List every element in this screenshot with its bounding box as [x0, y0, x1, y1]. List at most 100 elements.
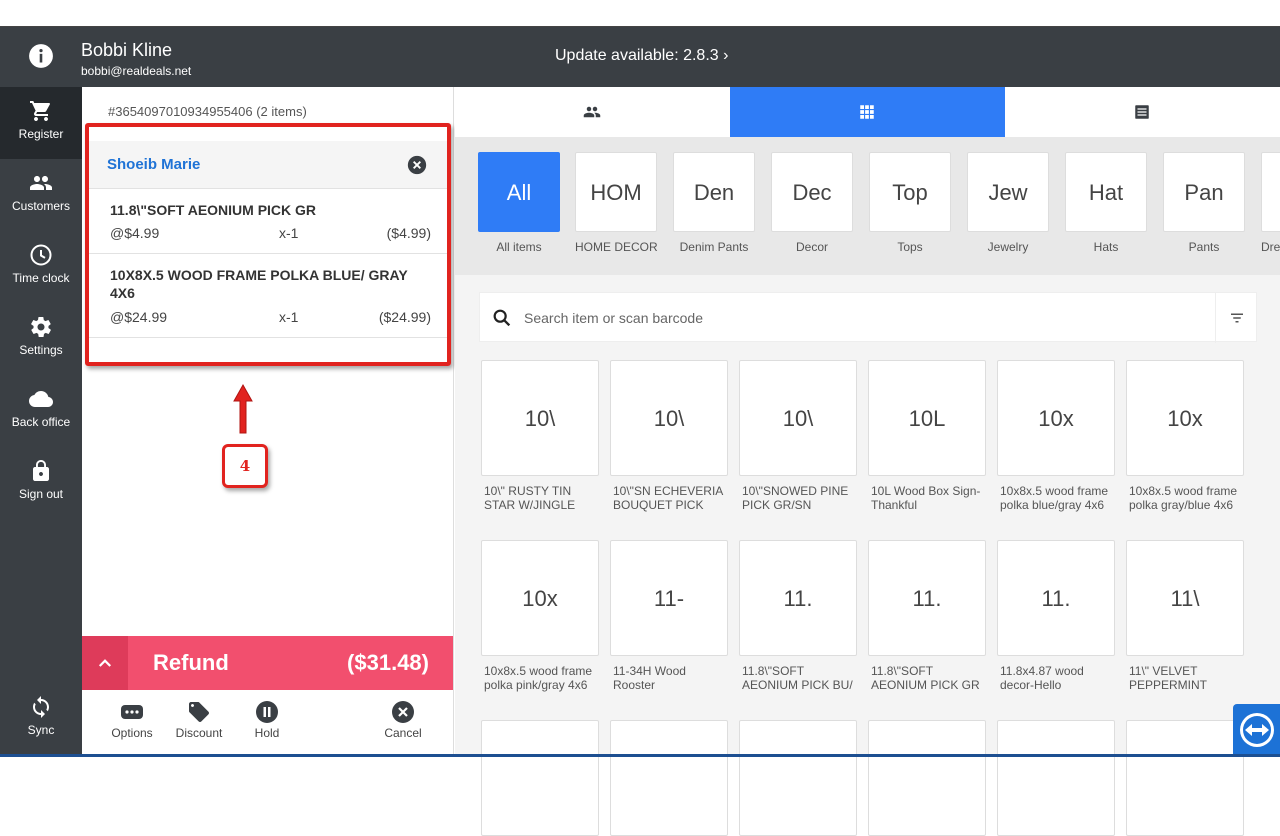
product-card[interactable]: 10x 10x8x.5 wood frame polka gray/blue 4… [1126, 360, 1244, 512]
product-card[interactable]: 11- 11-34H Wood Rooster [610, 540, 728, 692]
cancel-button[interactable]: Cancel [373, 700, 433, 740]
sidebar-item-register[interactable]: Register [0, 87, 82, 159]
expand-totals-button[interactable] [82, 636, 128, 690]
product-tile[interactable]: 10\ [739, 360, 857, 476]
people-icon [30, 176, 52, 190]
category-caption: Dre [1261, 240, 1280, 254]
category-tile[interactable]: Dec [771, 152, 853, 232]
product-card[interactable]: 10L 10L Wood Box Sign-Thankful [868, 360, 986, 512]
discount-button[interactable]: Discount [169, 700, 229, 740]
product-name: 11\" VELVET PEPPERMINT [1129, 664, 1208, 692]
category-hats[interactable]: Hat Hats [1065, 152, 1147, 254]
cart-icon [30, 101, 50, 121]
product-card-partial[interactable] [1126, 720, 1244, 836]
product-card-partial[interactable] [610, 720, 728, 836]
category-denim-pants[interactable]: Den Denim Pants [673, 152, 755, 254]
lock-icon [33, 460, 49, 481]
sidebar-item-label: Customers [11, 199, 70, 213]
product-tile[interactable]: 11. [868, 540, 986, 656]
product-card[interactable]: 10x 10x8x.5 wood frame polka pink/gray 4… [481, 540, 599, 692]
update-available-link[interactable]: Update available: 2.8.3 › [555, 47, 728, 65]
line-item-price: @$4.99 [110, 225, 160, 241]
product-tile[interactable]: 10x [481, 540, 599, 656]
cart-line-item[interactable]: 11.8\"SOFT AEONIUM PICK GR @$4.99 x-1 ($… [89, 189, 447, 254]
product-card[interactable]: 11. 11.8\"SOFT AEONIUM PICK GR [868, 540, 986, 692]
remote-support-widget[interactable] [1233, 704, 1280, 757]
product-tile[interactable]: 11. [739, 540, 857, 656]
category-tops[interactable]: Top Tops [869, 152, 951, 254]
refund-bar[interactable]: Refund ($31.48) [82, 636, 453, 690]
sidebar-item-sign-out[interactable]: Sign out [0, 447, 82, 519]
category-all[interactable]: All All items [478, 152, 560, 254]
category-pants[interactable]: Pan Pants [1163, 152, 1245, 254]
category-tile[interactable]: Jew [967, 152, 1049, 232]
sidebar-item-back-office[interactable]: Back office [0, 375, 82, 447]
search-divider [1215, 293, 1216, 343]
category-dresses-partial[interactable]: Dre [1261, 152, 1280, 254]
info-icon[interactable] [28, 43, 54, 69]
category-caption: All items [496, 240, 542, 254]
product-tile[interactable] [610, 720, 728, 836]
hold-button[interactable]: Hold [237, 700, 297, 740]
search-icon [493, 309, 511, 327]
product-tile[interactable]: 10L [868, 360, 986, 476]
product-tile[interactable]: 10\ [610, 360, 728, 476]
remove-customer-icon[interactable] [407, 155, 427, 175]
tab-grid[interactable] [730, 87, 1005, 137]
customer-row[interactable]: Shoeib Marie [89, 141, 447, 189]
tab-customers[interactable] [455, 87, 730, 137]
product-card[interactable]: 10\ 10\"SN ECHEVERIA BOUQUET PICK [610, 360, 728, 512]
category-tile[interactable]: HOM [575, 152, 657, 232]
product-card-partial[interactable] [739, 720, 857, 836]
search-input[interactable] [524, 305, 1204, 331]
gear-icon [31, 317, 51, 337]
options-button[interactable]: Options [102, 700, 162, 740]
category-tile[interactable]: Pan [1163, 152, 1245, 232]
product-tile[interactable] [481, 720, 599, 836]
product-name: 10\"SN ECHEVERIA BOUQUET PICK [613, 484, 723, 512]
people-icon [583, 106, 601, 118]
sidebar-item-customers[interactable]: Customers [0, 159, 82, 231]
sidebar-item-settings[interactable]: Settings [0, 303, 82, 375]
product-tile[interactable] [739, 720, 857, 836]
product-card[interactable]: 11\ 11\" VELVET PEPPERMINT [1126, 540, 1244, 692]
cart-line-item[interactable]: 10X8X.5 WOOD FRAME POLKA BLUE/ GRAY 4X6 … [89, 254, 447, 338]
category-tile[interactable]: All [478, 152, 560, 232]
category-jewelry[interactable]: Jew Jewelry [967, 152, 1049, 254]
category-home-decor[interactable]: HOM HOME DECOR [575, 152, 658, 254]
product-tile[interactable]: 10\ [481, 360, 599, 476]
product-tile[interactable]: 11- [610, 540, 728, 656]
sidebar-item-sync[interactable]: Sync [0, 683, 82, 755]
product-card[interactable]: 10\ 10\"SNOWED PINE PICK GR/SN [739, 360, 857, 512]
category-tile[interactable]: Top [869, 152, 951, 232]
clock-icon [30, 244, 52, 266]
product-card[interactable]: 10x 10x8x.5 wood frame polka blue/gray 4… [997, 360, 1115, 512]
category-decor[interactable]: Dec Decor [771, 152, 853, 254]
filter-icon[interactable] [1228, 309, 1246, 327]
product-card[interactable]: 11. 11.8x4.87 wood decor-Hello [997, 540, 1115, 692]
product-tile[interactable]: 11\ [1126, 540, 1244, 656]
product-tile[interactable] [1126, 720, 1244, 836]
category-tile[interactable] [1261, 152, 1280, 232]
annotation-arrow-icon [233, 383, 253, 434]
product-card[interactable]: 11. 11.8\"SOFT AEONIUM PICK BU/ [739, 540, 857, 692]
annotation-step-badge: 4 [222, 444, 268, 488]
category-caption: Jewelry [987, 240, 1029, 254]
product-tile[interactable]: 11. [997, 540, 1115, 656]
product-tile[interactable] [997, 720, 1115, 836]
sidebar-item-time-clock[interactable]: Time clock [0, 231, 82, 303]
category-tile[interactable]: Hat [1065, 152, 1147, 232]
product-card[interactable]: 10\ 10\" RUSTY TIN STAR W/JINGLE [481, 360, 599, 512]
category-tile[interactable]: Den [673, 152, 755, 232]
product-card-partial[interactable] [997, 720, 1115, 836]
product-tile[interactable]: 10x [997, 360, 1115, 476]
line-item-title: 10X8X.5 WOOD FRAME POLKA BLUE/ GRAY 4X6 [110, 267, 408, 301]
tab-list[interactable] [1005, 87, 1280, 137]
product-tile[interactable] [868, 720, 986, 836]
customer-name[interactable]: Shoeib Marie [107, 156, 200, 173]
product-card-partial[interactable] [868, 720, 986, 836]
product-card-partial[interactable] [481, 720, 599, 836]
product-tile[interactable]: 10x [1126, 360, 1244, 476]
window-top-strip [0, 0, 1280, 27]
sidebar-item-label: Register [18, 127, 64, 141]
